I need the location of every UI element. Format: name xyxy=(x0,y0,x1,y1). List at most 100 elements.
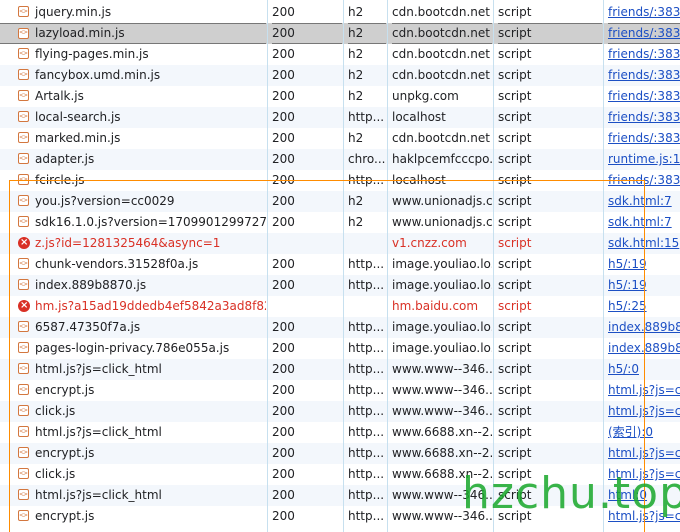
column-divider xyxy=(267,0,268,532)
request-row[interactable]: adapter.js 200 chro... haklpcemfcccpo... scr… xyxy=(0,149,680,170)
request-name-cell[interactable]: click.js xyxy=(0,464,266,485)
request-row[interactable]: Artalk.js 200 h2 unpkg.com script friends/:38… xyxy=(0,86,680,107)
request-row[interactable]: fancybox.umd.min.js 200 h2 cdn.bootcdn.net s… xyxy=(0,65,680,86)
request-row[interactable]: encrypt.js 200 http... www.6688.xn--2... scr… xyxy=(0,443,680,464)
initiator-link[interactable]: (索引):0 xyxy=(608,425,653,439)
request-row[interactable]: flying-pages.min.js 200 h2 cdn.bootcdn.net s… xyxy=(0,44,680,65)
request-name-cell[interactable]: pages-login-privacy.786e055a.js xyxy=(0,338,266,359)
request-initiator: friends/:383 xyxy=(608,107,680,128)
initiator-link[interactable]: friends/:383 xyxy=(608,131,680,145)
request-protocol: h2 xyxy=(348,194,364,208)
request-name-cell[interactable]: marked.min.js xyxy=(0,128,266,149)
script-file-icon xyxy=(18,86,29,106)
request-type: script xyxy=(498,194,532,208)
request-protocol: h2 xyxy=(348,215,364,229)
request-status: 200 xyxy=(272,257,295,271)
request-protocol: h2 xyxy=(348,68,364,82)
initiator-link[interactable]: html.js?js=clic xyxy=(608,383,680,397)
initiator-link[interactable]: html.js?js=clic xyxy=(608,404,680,418)
request-row[interactable]: sdk16.1.0.js?version=1709901299727 200 h2 w… xyxy=(0,212,680,233)
request-protocol: http... xyxy=(348,320,385,334)
request-name-cell[interactable]: you.js?version=cc0029 xyxy=(0,191,266,212)
request-row[interactable]: chunk-vendors.31528f0a.js 200 http... image… xyxy=(0,254,680,275)
script-file-icon xyxy=(18,149,29,169)
request-name-cell[interactable]: flying-pages.min.js xyxy=(0,44,266,65)
initiator-link[interactable]: friends/:383 xyxy=(608,89,680,103)
request-row[interactable]: you.js?version=cc0029 200 h2 www.unionadjs.… xyxy=(0,191,680,212)
request-row[interactable]: pages-login-privacy.786e055a.js 200 http..… xyxy=(0,338,680,359)
request-status xyxy=(272,233,342,254)
request-name-cell[interactable]: adapter.js xyxy=(0,149,266,170)
request-protocol: http... xyxy=(348,509,385,523)
request-name-cell[interactable]: click.js xyxy=(0,401,266,422)
initiator-link[interactable]: sdk.html:7 xyxy=(608,215,672,229)
initiator-link[interactable]: friends/:383 xyxy=(608,173,680,187)
initiator-link[interactable]: friends/:383 xyxy=(608,110,680,124)
initiator-link[interactable]: friends/:383 xyxy=(608,26,680,40)
request-name-cell[interactable]: local-search.js xyxy=(0,107,266,128)
request-status: 200 xyxy=(272,404,295,418)
initiator-link[interactable]: runtime.js:1 xyxy=(608,152,680,166)
request-row[interactable]: marked.min.js 200 h2 cdn.bootcdn.net script f… xyxy=(0,128,680,149)
request-initiator: friends/:383 xyxy=(608,44,680,65)
initiator-link[interactable]: friends/:383 xyxy=(608,68,680,82)
request-status: 200 xyxy=(272,89,295,103)
request-name-cell[interactable]: html.js?js=click_html xyxy=(0,422,266,443)
request-name-cell[interactable]: z.js?id=1281325464&async=1 xyxy=(0,233,266,254)
initiator-link[interactable]: h5/:19 xyxy=(608,278,647,292)
request-domain: unpkg.com xyxy=(392,89,459,103)
request-name-cell[interactable]: encrypt.js xyxy=(0,506,266,527)
request-name-cell[interactable]: encrypt.js xyxy=(0,380,266,401)
request-name: html.js?js=click_html xyxy=(35,425,162,439)
initiator-link[interactable]: index.889b887 xyxy=(608,341,680,355)
request-initiator: friends/:383 xyxy=(608,128,680,149)
request-name-cell[interactable]: chunk-vendors.31528f0a.js xyxy=(0,254,266,275)
request-name-cell[interactable]: Artalk.js xyxy=(0,86,266,107)
request-initiator: sdk.html:7 xyxy=(608,191,680,212)
request-domain: www.www--346... xyxy=(392,404,492,418)
request-name-cell[interactable]: index.889b8870.js xyxy=(0,275,266,296)
request-name-cell[interactable]: html.js?js=click_html xyxy=(0,485,266,506)
request-name: html.js?js=click_html xyxy=(35,488,162,502)
request-name-cell[interactable]: html.js?js=click_html xyxy=(0,359,266,380)
request-row[interactable]: fcircle.js 200 http... localhost script frien… xyxy=(0,170,680,191)
request-row[interactable]: html.js?js=click_html 200 http... www.6688.… xyxy=(0,422,680,443)
request-name-cell[interactable]: hm.js?a15ad19ddedb4ef5842a3ad8f827b... xyxy=(0,296,266,317)
initiator-link[interactable]: sdk.html:7 xyxy=(608,194,672,208)
initiator-link[interactable]: html.js?js=clic xyxy=(608,446,680,460)
request-name: local-search.js xyxy=(35,110,121,124)
request-name-cell[interactable]: jquery.min.js xyxy=(0,2,266,23)
request-name-cell[interactable]: encrypt.js xyxy=(0,443,266,464)
request-domain: image.youliao.lo... xyxy=(392,257,492,271)
initiator-link[interactable]: h5/:25 xyxy=(608,299,647,313)
request-name-cell[interactable]: lazyload.min.js xyxy=(0,23,266,44)
request-name: sdk16.1.0.js?version=1709901299727 xyxy=(35,215,266,229)
request-row[interactable]: hm.js?a15ad19ddedb4ef5842a3ad8f827b... hm… xyxy=(0,296,680,317)
request-row[interactable]: html.js?js=click_html 200 http... www.www--… xyxy=(0,359,680,380)
request-name-cell[interactable]: 6587.47350f7a.js xyxy=(0,317,266,338)
request-row[interactable]: encrypt.js 200 http... www.www--346... scrip… xyxy=(0,380,680,401)
request-row[interactable]: click.js 200 http... www.www--346... script h… xyxy=(0,401,680,422)
request-row[interactable]: local-search.js 200 http... localhost script… xyxy=(0,107,680,128)
initiator-link[interactable]: index.889b887 xyxy=(608,320,680,334)
request-status: 200 xyxy=(272,509,295,523)
request-row[interactable]: lazyload.min.js 200 h2 cdn.bootcdn.net scrip… xyxy=(0,23,680,44)
request-name-cell[interactable]: fancybox.umd.min.js xyxy=(0,65,266,86)
request-protocol: chro... xyxy=(348,152,386,166)
request-row[interactable]: index.889b8870.js 200 http... image.youliao… xyxy=(0,275,680,296)
request-domain: www.6688.xn--2... xyxy=(392,446,492,460)
request-name-cell[interactable]: sdk16.1.0.js?version=1709901299727 xyxy=(0,212,266,233)
request-name: jquery.min.js xyxy=(35,5,112,19)
initiator-link[interactable]: friends/:383 xyxy=(608,5,680,19)
request-protocol: h2 xyxy=(348,47,364,61)
initiator-link[interactable]: h5/:19 xyxy=(608,257,647,271)
request-name-cell[interactable]: fcircle.js xyxy=(0,170,266,191)
initiator-link[interactable]: h5/:0 xyxy=(608,362,639,376)
initiator-link[interactable]: friends/:383 xyxy=(608,47,680,61)
request-row[interactable]: 6587.47350f7a.js 200 http... image.youliao.… xyxy=(0,317,680,338)
request-row[interactable]: z.js?id=1281325464&async=1 v1.cnzz.com scr… xyxy=(0,233,680,254)
initiator-link[interactable]: sdk.html:15 xyxy=(608,236,679,250)
request-domain: localhost xyxy=(392,110,446,124)
request-type: script xyxy=(498,89,532,103)
request-row[interactable]: jquery.min.js 200 h2 cdn.bootcdn.net script f… xyxy=(0,2,680,23)
